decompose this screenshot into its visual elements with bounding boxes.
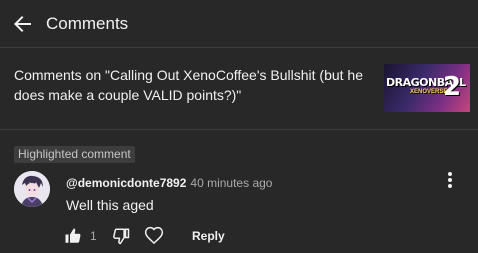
heart-icon	[144, 226, 164, 245]
arrow-left-icon	[14, 16, 31, 32]
comment-time: 40 minutes ago	[190, 176, 273, 190]
back-button[interactable]	[11, 12, 35, 36]
avatar-illustration-icon	[14, 171, 50, 207]
video-info[interactable]: Comments on "Calling Out XenoCoffee's Bu…	[0, 48, 478, 130]
comment-author[interactable]: @demonicdonte7892	[66, 176, 186, 190]
more-vertical-icon	[448, 172, 452, 188]
video-thumbnail[interactable]: DRAGONBALL XENOVERSE 2	[384, 64, 470, 112]
page-title: Comments	[46, 14, 129, 33]
video-title: Comments on "Calling Out XenoCoffee's Bu…	[14, 67, 364, 103]
comment-actions: 1 Reply	[0, 224, 478, 248]
more-options-button[interactable]	[440, 170, 460, 192]
like-button[interactable]	[64, 227, 82, 245]
thumbnail-subtitle: XENOVERSE	[410, 89, 448, 95]
dislike-button[interactable]	[112, 227, 130, 245]
thumbs-down-icon	[113, 228, 130, 245]
heart-button[interactable]	[144, 226, 164, 246]
comments-header: Comments	[0, 0, 478, 48]
reply-button[interactable]: Reply	[192, 229, 225, 243]
comment-text: Well this aged	[66, 197, 154, 213]
comment-meta: @demonicdonte7892 40 minutes ago	[66, 175, 272, 191]
highlighted-comment-badge: Highlighted comment	[14, 146, 135, 163]
like-count: 1	[90, 229, 97, 243]
avatar[interactable]	[14, 171, 50, 207]
thumbs-up-icon	[65, 228, 81, 243]
thumbnail-number: 2	[443, 72, 462, 102]
